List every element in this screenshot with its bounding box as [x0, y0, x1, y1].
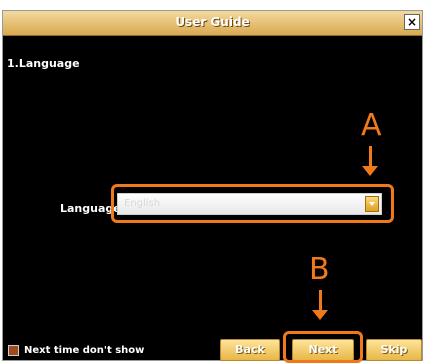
callout-b-highlight	[283, 331, 363, 363]
callout-a-arrow-shaft	[369, 146, 372, 168]
callout-b-arrow-shaft	[319, 290, 322, 312]
dont-show-checkbox[interactable]	[8, 345, 19, 356]
close-icon[interactable]: ×	[404, 14, 420, 30]
skip-button[interactable]: Skip	[366, 339, 422, 361]
callout-a-label: A	[361, 108, 382, 143]
step-heading: 1.Language	[7, 57, 80, 70]
callout-a-highlight	[111, 184, 394, 223]
back-button[interactable]: Back	[220, 339, 280, 361]
down-arrow-icon	[362, 166, 378, 176]
dialog-title: User Guide	[175, 15, 250, 29]
callout-b-label: B	[309, 252, 330, 287]
title-bar: User Guide ×	[3, 11, 422, 36]
down-arrow-icon	[312, 310, 328, 320]
dont-show-label: Next time don't show	[24, 345, 145, 356]
